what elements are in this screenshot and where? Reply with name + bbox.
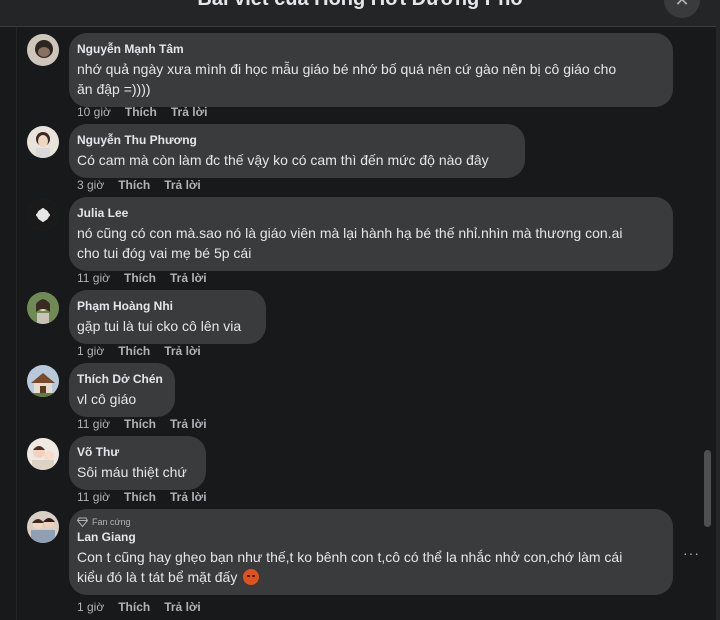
like-button[interactable]: Thích bbox=[124, 490, 156, 504]
scrollbar-thumb[interactable] bbox=[704, 450, 711, 527]
comment-bubble: Phạm Hoàng Nhi gặp tui là tui cko cô lên… bbox=[69, 290, 266, 344]
close-button[interactable]: ✕ bbox=[664, 0, 700, 18]
comment-time[interactable]: 1 giờ bbox=[77, 344, 104, 358]
comment-actions: 1 giờ Thích Trả lời bbox=[77, 344, 201, 358]
comment-author[interactable]: Nguyễn Thu Phương bbox=[77, 132, 513, 148]
modal-title: Bài viết của Hóng Hớt Đường Phố bbox=[0, 0, 720, 11]
reply-button[interactable]: Trả lời bbox=[164, 178, 201, 192]
fan-badge: Fan cứng bbox=[77, 517, 661, 527]
comment-bubble: Fan cứng Lan Giang Con t cũng hay ghẹo b… bbox=[69, 509, 673, 595]
comment-bubble: Nguyễn Thu Phương Có cam mà còn làm đc t… bbox=[69, 124, 525, 178]
like-button[interactable]: Thích bbox=[125, 105, 157, 119]
comment-bubble: Thích Dở Chén vl cô giáo bbox=[69, 363, 175, 417]
comment-actions: 3 giờ Thích Trả lời bbox=[77, 178, 201, 192]
comment-text: Con t cũng hay ghẹo bạn như thế,t ko bên… bbox=[77, 547, 661, 587]
comment-author[interactable]: Thích Dở Chén bbox=[77, 371, 163, 387]
comment-bubble: Julia Lee nó cũng có con mà.sao nó là gi… bbox=[69, 197, 673, 271]
like-button[interactable]: Thích bbox=[124, 271, 156, 285]
comment-author[interactable]: Julia Lee bbox=[77, 205, 661, 221]
comment-time[interactable]: 11 giờ bbox=[77, 271, 110, 285]
scrollbar[interactable] bbox=[702, 27, 714, 620]
comment-actions: 11 giờ Thích Trả lời bbox=[77, 271, 207, 285]
modal-edge bbox=[716, 0, 720, 620]
reply-button[interactable]: Trả lời bbox=[171, 105, 208, 119]
comment-bubble: Võ Thư Sôi máu thiệt chứ bbox=[69, 436, 206, 490]
reply-button[interactable]: Trả lời bbox=[164, 600, 201, 614]
comment-text-body: Con t cũng hay ghẹo bạn như thế,t ko bên… bbox=[77, 549, 623, 585]
comment-actions: 11 giờ Thích Trả lời bbox=[77, 490, 207, 504]
avatar[interactable] bbox=[27, 126, 59, 158]
comment-author[interactable]: Võ Thư bbox=[77, 444, 194, 460]
reply-button[interactable]: Trả lời bbox=[170, 417, 207, 431]
comment-author[interactable]: Phạm Hoàng Nhi bbox=[77, 298, 254, 314]
reply-button[interactable]: Trả lời bbox=[164, 344, 201, 358]
avatar[interactable] bbox=[27, 34, 59, 66]
reply-button[interactable]: Trả lời bbox=[170, 490, 207, 504]
comment-text: gặp tui là tui cko cô lên via bbox=[77, 318, 242, 334]
comment-text: Sôi máu thiệt chứ bbox=[77, 464, 187, 480]
comment-time[interactable]: 11 giờ bbox=[77, 417, 110, 431]
more-options-button[interactable]: ··· bbox=[683, 545, 700, 561]
like-button[interactable]: Thích bbox=[118, 600, 150, 614]
comment-time[interactable]: 11 giờ bbox=[77, 490, 110, 504]
comment-text: nó cũng có con mà.sao nó là giáo viên mà… bbox=[77, 225, 623, 261]
avatar[interactable] bbox=[27, 292, 59, 324]
comment-text: Có cam mà còn làm đc thế vậy ko có cam t… bbox=[77, 152, 489, 168]
comment-text: nhớ quả ngày xưa mình đi học mẫu giáo bé… bbox=[77, 61, 617, 97]
diamond-icon bbox=[77, 517, 88, 527]
comment-time[interactable]: 3 giờ bbox=[77, 178, 104, 192]
like-button[interactable]: Thích bbox=[118, 344, 150, 358]
like-button[interactable]: Thích bbox=[124, 417, 156, 431]
badge-label: Fan cứng bbox=[92, 517, 131, 527]
avatar[interactable] bbox=[27, 199, 59, 231]
comments-list: Nguyễn Mạnh Tâm nhớ quả ngày xưa mình đi… bbox=[0, 27, 716, 620]
comment-author[interactable]: Lan Giang bbox=[77, 529, 661, 545]
close-icon: ✕ bbox=[674, 0, 689, 11]
like-button[interactable]: Thích bbox=[118, 178, 150, 192]
comment-actions: 1 giờ Thích Trả lời bbox=[77, 600, 201, 614]
modal-header: Bài viết của Hóng Hớt Đường Phố ✕ bbox=[0, 0, 720, 27]
avatar[interactable] bbox=[27, 365, 59, 397]
angry-face-emoji bbox=[243, 569, 260, 585]
reply-button[interactable]: Trả lời bbox=[170, 271, 207, 285]
comment-text: vl cô giáo bbox=[77, 391, 137, 407]
avatar[interactable] bbox=[27, 438, 59, 470]
comment-actions: 10 giờ Thích Trả lời bbox=[77, 105, 207, 119]
avatar[interactable] bbox=[27, 511, 59, 543]
comment-time[interactable]: 10 giờ bbox=[77, 105, 111, 119]
comment-bubble: Nguyễn Mạnh Tâm nhớ quả ngày xưa mình đi… bbox=[69, 33, 673, 107]
comment-time[interactable]: 1 giờ bbox=[77, 600, 104, 614]
comment-actions: 11 giờ Thích Trả lời bbox=[77, 417, 207, 431]
comment-author[interactable]: Nguyễn Mạnh Tâm bbox=[77, 41, 661, 57]
